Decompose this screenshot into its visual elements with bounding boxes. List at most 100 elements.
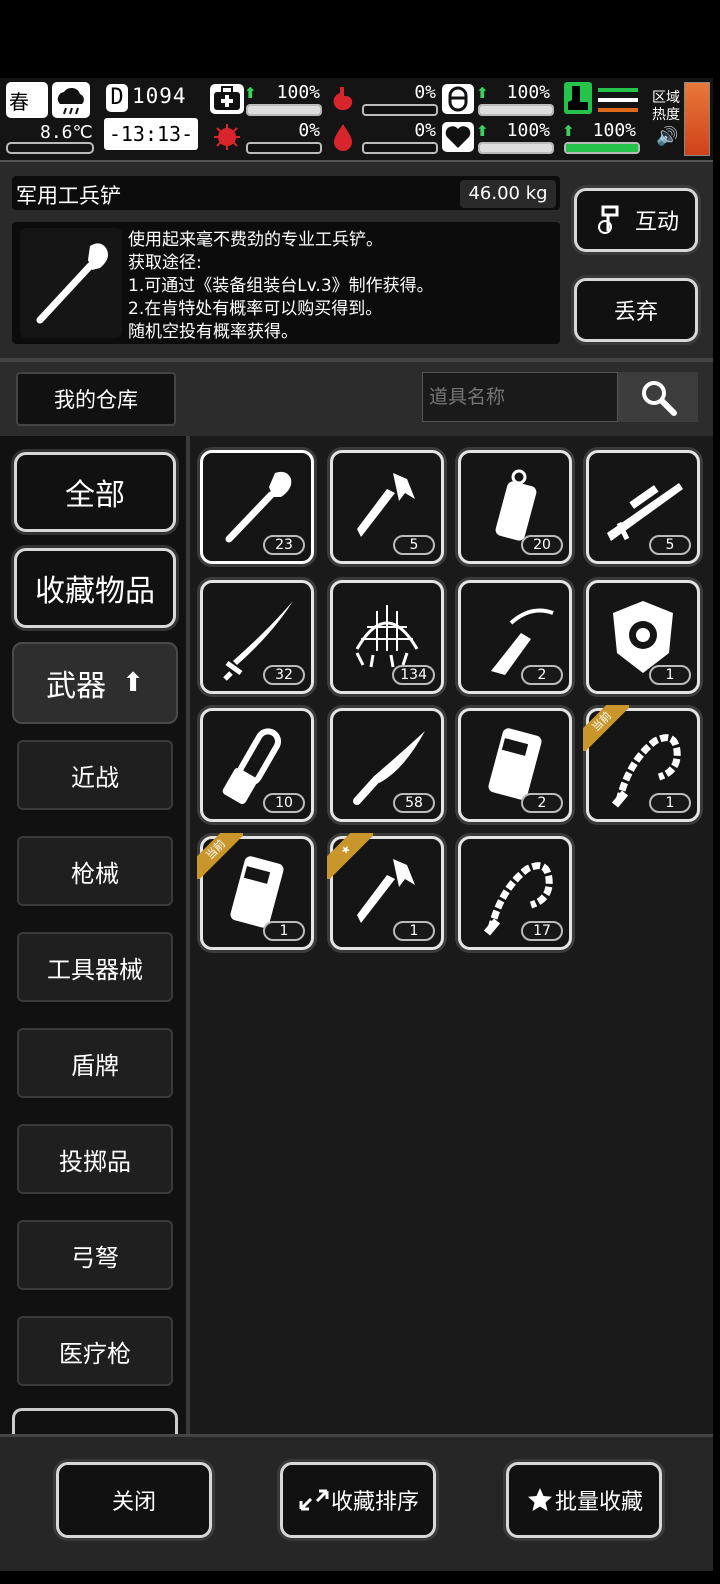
mood-bar xyxy=(478,142,554,154)
stamina-line-3 xyxy=(598,108,638,112)
health-pct: 100% xyxy=(276,82,320,103)
stamina-line-1 xyxy=(598,88,638,92)
mood-pct: 100% xyxy=(506,120,550,141)
item-count: 5 xyxy=(393,535,435,555)
item-tile[interactable]: 1 xyxy=(586,580,700,694)
batch-favorite-label: 批量收藏 xyxy=(554,1490,643,1515)
zone-heat-label-2: 热度 xyxy=(652,107,680,123)
description-line: 使用起来毫不费劲的专业工兵铲。 xyxy=(128,230,383,250)
item-tile[interactable]: 23 xyxy=(200,450,314,564)
item-weight: 46.00 kg xyxy=(460,180,556,208)
stamina-bar xyxy=(564,142,640,154)
sidebar-overflow-item[interactable] xyxy=(12,1408,178,1435)
current-badge: 当前 xyxy=(197,833,243,879)
water-drop-icon xyxy=(328,122,358,152)
close-label: 关闭 xyxy=(111,1490,156,1515)
subcategory-bows[interactable]: 弓弩 xyxy=(17,1220,173,1290)
category-weapons-label: 武器 xyxy=(46,669,107,704)
item-tile[interactable]: 1 ★ xyxy=(327,833,444,950)
health-bar xyxy=(246,104,322,116)
item-tile[interactable]: 58 xyxy=(330,708,444,822)
item-tile[interactable]: 1 当前 xyxy=(583,705,700,822)
badge-label: 当前 xyxy=(197,833,243,879)
category-all[interactable]: 全部 xyxy=(14,452,176,532)
subcategory-label: 枪械 xyxy=(71,859,119,888)
subcategory-tools[interactable]: 工具器械 xyxy=(17,932,173,1002)
status-bar: 春 8.6℃ D 1094 -13:13- ⬆ 100% 0% 0% 0% ⬆ … xyxy=(0,78,713,162)
item-count: 1 xyxy=(263,921,305,941)
item-count: 20 xyxy=(521,535,563,555)
item-count: 1 xyxy=(649,793,691,813)
heart-icon xyxy=(442,122,474,152)
hunger-bar xyxy=(362,104,438,116)
sort-favorites-button[interactable]: 收藏排序 xyxy=(280,1462,436,1538)
medkit-icon xyxy=(210,84,244,114)
item-count: 5 xyxy=(649,535,691,555)
category-weapons[interactable]: 武器 ⬆ xyxy=(12,642,178,724)
sort-favorites-label: 收藏排序 xyxy=(330,1490,419,1515)
stamina-line-2 xyxy=(598,98,638,102)
search-button[interactable] xyxy=(618,372,698,422)
item-count: 2 xyxy=(521,665,563,685)
virus-icon xyxy=(210,122,244,152)
item-tile[interactable]: 10 xyxy=(200,708,314,822)
batch-favorite-button[interactable]: 批量收藏 xyxy=(506,1462,662,1538)
search-input[interactable] xyxy=(422,372,618,422)
discard-button[interactable]: 丢弃 xyxy=(574,278,698,342)
hammer-hand-icon xyxy=(597,205,619,234)
day-counter: 1094 xyxy=(132,84,187,108)
collapse-arrow-icon: ⬆ xyxy=(122,668,144,698)
day-icon: D xyxy=(106,84,128,112)
item-tile[interactable]: 134 xyxy=(330,580,444,694)
thirst-pct: 0% xyxy=(414,120,436,141)
description-line: 随机空投有概率获得。 xyxy=(128,322,298,342)
swap-arrows-icon xyxy=(299,1489,329,1511)
item-tile[interactable]: 5 xyxy=(586,450,700,564)
speaker-icon[interactable]: 🔊 xyxy=(656,126,678,147)
item-count: 2 xyxy=(521,793,563,813)
hunger-pct: 0% xyxy=(414,82,436,103)
discard-label: 丢弃 xyxy=(613,300,658,325)
badge-label: ★ xyxy=(327,833,373,879)
boot-icon xyxy=(564,82,592,114)
close-button[interactable]: 关闭 xyxy=(56,1462,212,1538)
weather-icon xyxy=(52,82,90,118)
thirst-bar xyxy=(362,142,438,154)
subcategory-guns[interactable]: 枪械 xyxy=(17,836,173,906)
description-line: 获取途径: xyxy=(128,253,202,273)
item-tile[interactable]: 5 xyxy=(330,450,444,564)
category-favorites[interactable]: 收藏物品 xyxy=(14,548,176,628)
item-count: 1 xyxy=(393,921,435,941)
item-name: 军用工兵铲 xyxy=(16,184,121,208)
subcategory-melee[interactable]: 近战 xyxy=(17,740,173,810)
zone-heat-label-1: 区域 xyxy=(652,90,680,106)
item-description: 使用起来毫不费劲的专业工兵铲。 获取途径: 1.可通过《装备组装台Lv.3》制作… xyxy=(128,229,434,344)
zone-heat-meter xyxy=(684,82,710,156)
item-tile[interactable]: 2 xyxy=(458,708,572,822)
item-tile[interactable]: 17 xyxy=(458,836,572,950)
item-tile[interactable]: 2 xyxy=(458,580,572,694)
subcategory-medical-guns[interactable]: 医疗枪 xyxy=(17,1316,173,1386)
subcategory-shields[interactable]: 盾牌 xyxy=(17,1028,173,1098)
item-count: 134 xyxy=(392,665,435,685)
warehouse-title: 我的仓库 xyxy=(16,372,176,426)
description-line: 1.可通过《装备组装台Lv.3》制作获得。 xyxy=(128,276,434,296)
item-tile[interactable]: 20 xyxy=(458,450,572,564)
item-count: 10 xyxy=(263,793,305,813)
item-count: 32 xyxy=(263,665,305,685)
item-count: 58 xyxy=(393,793,435,813)
star-icon xyxy=(527,1488,552,1511)
item-tile[interactable]: 32 xyxy=(200,580,314,694)
temperature-bar xyxy=(6,142,94,154)
item-tile[interactable]: 1 当前 xyxy=(197,833,314,950)
season-indicator: 春 xyxy=(6,82,48,118)
interact-button[interactable]: 互动 xyxy=(574,188,698,252)
infection-bar xyxy=(246,142,322,154)
subcategory-throwables[interactable]: 投掷品 xyxy=(17,1124,173,1194)
current-badge: 当前 xyxy=(583,705,629,751)
subcategory-label: 近战 xyxy=(71,763,119,792)
interact-label: 互动 xyxy=(634,210,679,235)
zone-heat-label: 区域 热度 xyxy=(652,90,680,124)
item-count: 17 xyxy=(521,921,563,941)
subcategory-label: 盾牌 xyxy=(71,1051,119,1080)
